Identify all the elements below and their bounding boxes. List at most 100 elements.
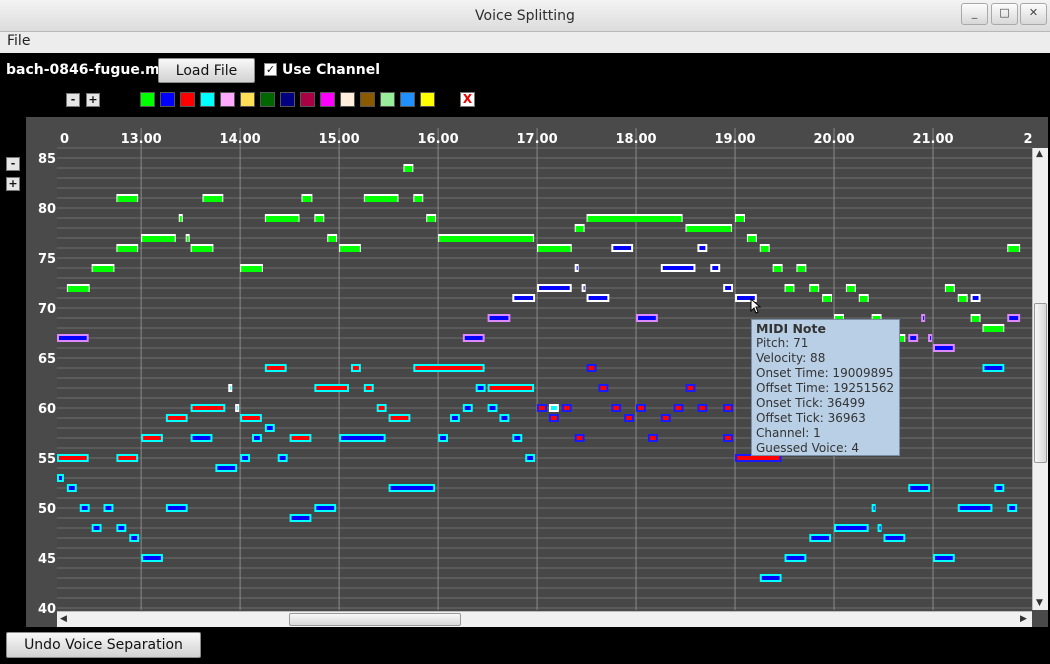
note[interactable]	[736, 216, 744, 222]
note[interactable]	[291, 516, 310, 520]
note[interactable]	[316, 506, 335, 510]
note[interactable]	[167, 416, 186, 420]
note[interactable]	[773, 266, 782, 272]
note[interactable]	[254, 436, 260, 440]
note[interactable]	[105, 506, 112, 510]
note[interactable]	[131, 536, 138, 540]
note[interactable]	[514, 436, 521, 440]
note[interactable]	[315, 216, 324, 222]
note[interactable]	[92, 266, 114, 272]
note[interactable]	[179, 216, 182, 222]
note[interactable]	[613, 246, 632, 250]
note[interactable]	[984, 366, 1003, 370]
note[interactable]	[785, 286, 794, 292]
note[interactable]	[576, 266, 578, 270]
note[interactable]	[390, 486, 434, 490]
note[interactable]	[427, 216, 436, 222]
note[interactable]	[576, 436, 583, 440]
note[interactable]	[415, 366, 483, 370]
note[interactable]	[118, 526, 125, 530]
note[interactable]	[489, 406, 496, 410]
note[interactable]	[649, 436, 656, 440]
note[interactable]	[378, 406, 385, 410]
note[interactable]	[404, 166, 413, 172]
note[interactable]	[725, 436, 732, 440]
note[interactable]	[439, 236, 534, 242]
note[interactable]	[810, 286, 819, 292]
note[interactable]	[761, 576, 780, 580]
note[interactable]	[575, 226, 584, 232]
note[interactable]	[143, 436, 161, 440]
note[interactable]	[414, 196, 423, 202]
note[interactable]	[68, 486, 75, 490]
note[interactable]	[241, 266, 262, 272]
note[interactable]	[192, 436, 211, 440]
note[interactable]	[59, 476, 62, 480]
note[interactable]	[390, 416, 409, 420]
note[interactable]	[59, 456, 87, 460]
note[interactable]	[242, 456, 249, 460]
note[interactable]	[117, 246, 138, 252]
note[interactable]	[291, 436, 310, 440]
note[interactable]	[712, 266, 719, 270]
note[interactable]	[823, 296, 832, 302]
note[interactable]	[1008, 246, 1020, 252]
note[interactable]	[501, 416, 508, 420]
note[interactable]	[846, 286, 855, 292]
note[interactable]	[67, 286, 89, 292]
note[interactable]	[192, 406, 224, 410]
note[interactable]	[81, 506, 88, 510]
note[interactable]	[538, 246, 571, 252]
note[interactable]	[923, 316, 925, 320]
scroll-up-icon[interactable]: ▲	[1036, 149, 1043, 159]
horizontal-scroll-thumb[interactable]	[289, 613, 461, 626]
note[interactable]	[550, 406, 557, 410]
note[interactable]	[687, 386, 694, 390]
note[interactable]	[972, 296, 979, 300]
note[interactable]	[638, 406, 644, 410]
note[interactable]	[365, 386, 372, 390]
note[interactable]	[237, 406, 239, 410]
note[interactable]	[760, 246, 769, 252]
note[interactable]	[59, 336, 87, 340]
note[interactable]	[662, 416, 669, 420]
note[interactable]	[464, 336, 483, 340]
note[interactable]	[859, 296, 868, 302]
note[interactable]	[203, 196, 223, 202]
note[interactable]	[563, 406, 570, 410]
note[interactable]	[217, 466, 236, 470]
note[interactable]	[550, 416, 557, 420]
note[interactable]	[725, 286, 732, 290]
vertical-scroll-thumb[interactable]	[1034, 303, 1047, 463]
note[interactable]	[885, 536, 904, 540]
note[interactable]	[996, 486, 1003, 490]
note[interactable]	[811, 536, 830, 540]
note[interactable]	[117, 196, 138, 202]
note[interactable]	[186, 236, 189, 242]
note[interactable]	[686, 226, 732, 232]
note[interactable]	[1009, 506, 1016, 510]
note[interactable]	[662, 266, 694, 270]
note[interactable]	[910, 486, 929, 490]
note[interactable]	[266, 426, 273, 430]
horizontal-scrollbar[interactable]: ◀ ▶	[57, 611, 1032, 627]
note[interactable]	[587, 216, 682, 222]
note[interactable]	[836, 526, 867, 530]
note[interactable]	[588, 296, 608, 300]
note[interactable]	[527, 456, 534, 460]
note[interactable]	[675, 406, 682, 410]
note[interactable]	[266, 366, 285, 370]
note[interactable]	[725, 406, 732, 410]
note[interactable]	[910, 336, 917, 340]
vertical-scrollbar[interactable]: ▲ ▼	[1032, 148, 1048, 610]
note[interactable]	[983, 326, 1004, 332]
note[interactable]	[958, 296, 967, 302]
note[interactable]	[514, 296, 534, 300]
note[interactable]	[873, 506, 875, 510]
scroll-right-icon[interactable]: ▶	[1020, 614, 1027, 624]
note[interactable]	[747, 236, 756, 242]
note[interactable]	[613, 406, 620, 410]
note[interactable]	[302, 196, 312, 202]
note[interactable]	[971, 316, 980, 322]
note[interactable]	[489, 316, 509, 320]
